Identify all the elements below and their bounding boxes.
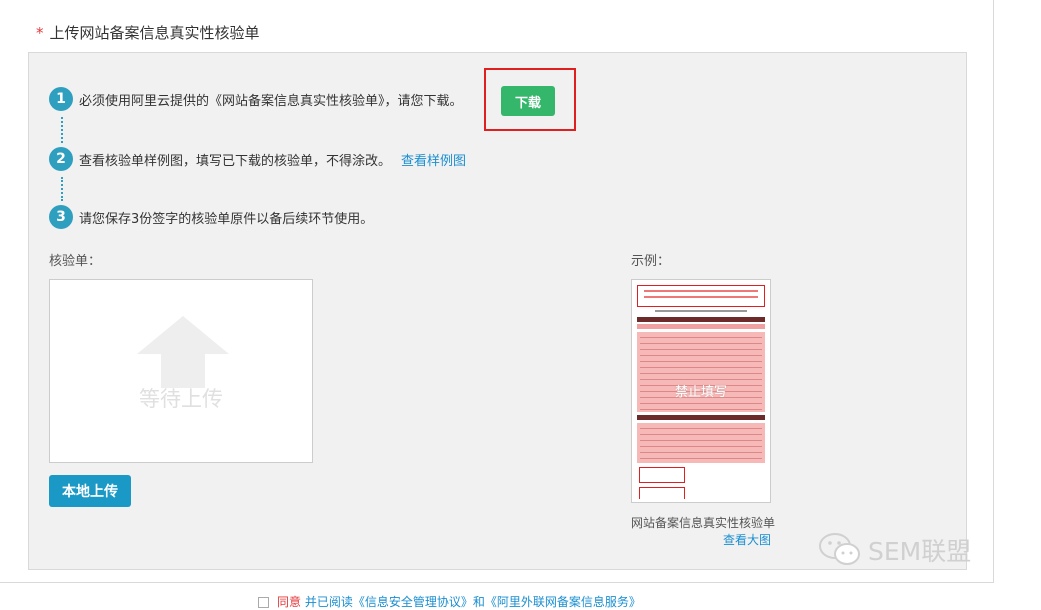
- watermark-text: SEM联盟: [868, 537, 972, 566]
- wechat-icon: [819, 533, 860, 565]
- step-text: 查看核验单样例图，填写已下载的核验单，不得涂改。: [79, 153, 392, 169]
- sample-signature-box: [639, 467, 685, 483]
- upload-label: 核验单：: [49, 254, 102, 269]
- step-text: 必须使用阿里云提供的《网站备案信息真实性核验单》，请您下载。: [79, 93, 463, 109]
- agreement-row: 同意 并已阅读《信息安全管理协议》和《阿里外联网备案信息服务》: [258, 593, 641, 610]
- section-title-text: 上传网站备案信息真实性核验单: [49, 24, 260, 42]
- upload-panel: 1 必须使用阿里云提供的《网站备案信息真实性核验单》，请您下载。 下载 2 查看…: [28, 52, 967, 570]
- sample-header-notice: [637, 285, 765, 307]
- agreement-links[interactable]: 并已阅读《信息安全管理协议》和《阿里外联网备案信息服务》: [305, 595, 641, 609]
- sample-label: 示例：: [631, 254, 671, 269]
- agreement-prefix: 同意: [277, 595, 302, 609]
- step-connector: [61, 117, 63, 143]
- step-3: 3 请您保存3份签字的核验单原件以备后续环节使用。: [49, 205, 373, 229]
- sample-stamp-text: 禁止填写: [674, 385, 727, 400]
- step-2: 2 查看核验单样例图，填写已下载的核验单，不得涂改。 查看样例图: [49, 147, 466, 171]
- step-number-badge: 1: [49, 87, 73, 111]
- step-number-badge: 3: [49, 205, 73, 229]
- view-large-image-link[interactable]: 查看大图: [723, 531, 771, 548]
- watermark: SEM联盟: [818, 532, 971, 568]
- step-1: 1 必须使用阿里云提供的《网站备案信息真实性核验单》，请您下载。: [49, 87, 463, 111]
- step-connector: [61, 177, 63, 201]
- sample-signature-box: [639, 487, 685, 499]
- required-mark: *: [36, 24, 44, 42]
- sample-image[interactable]: 禁止填写: [631, 279, 771, 503]
- upload-dropzone[interactable]: 等待上传: [49, 279, 313, 463]
- step-number-badge: 2: [49, 147, 73, 171]
- upload-placeholder-text: 等待上传: [139, 387, 223, 411]
- sample-document-thumbnail: 禁止填写: [635, 283, 767, 499]
- view-sample-link[interactable]: 查看样例图: [401, 150, 466, 169]
- section-title: * 上传网站备案信息真实性核验单: [36, 22, 260, 43]
- upload-arrow-icon: [137, 316, 229, 388]
- step-text: 请您保存3份签字的核验单原件以备后续环节使用。: [79, 211, 374, 227]
- sample-caption: 网站备案信息真实性核验单: [631, 516, 776, 530]
- local-upload-button[interactable]: 本地上传: [49, 475, 131, 507]
- download-button[interactable]: 下载: [501, 86, 555, 116]
